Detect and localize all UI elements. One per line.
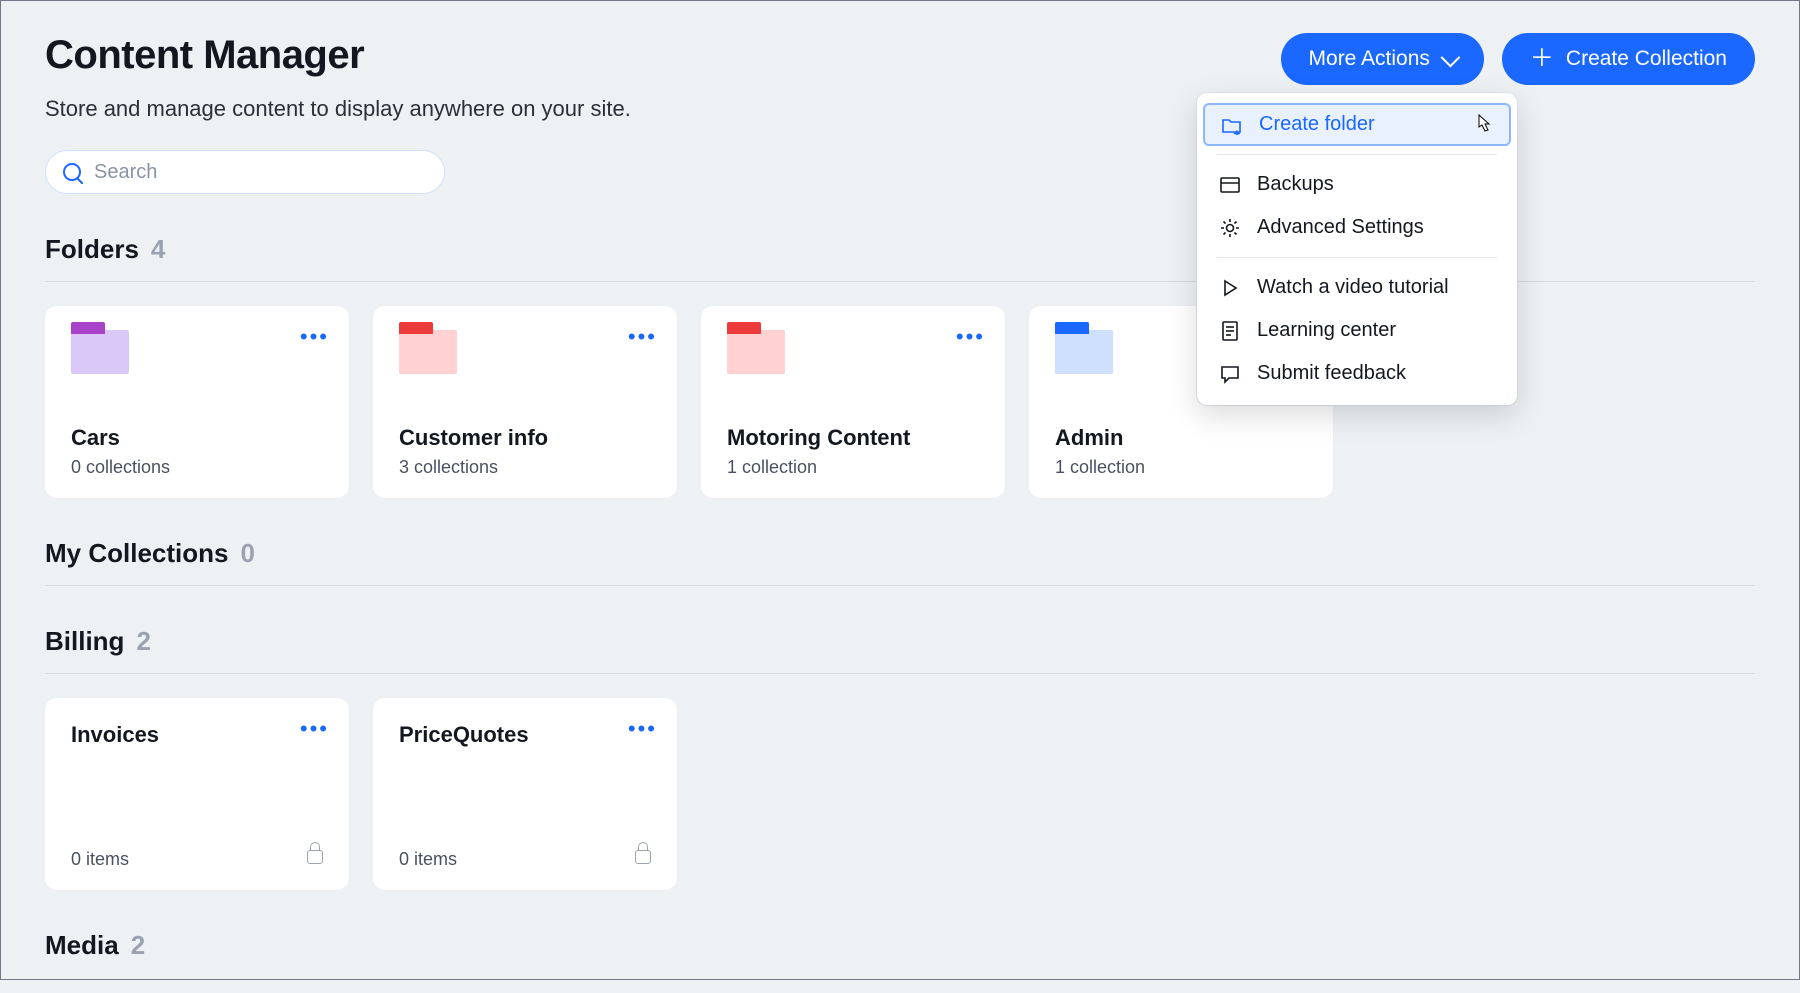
backups-icon <box>1219 174 1241 196</box>
section-divider <box>45 585 1755 586</box>
dropdown-item-advanced-settings[interactable]: Advanced Settings <box>1197 206 1517 249</box>
play-icon <box>1219 277 1241 299</box>
create-collection-label: Create Collection <box>1566 47 1727 71</box>
section-count-billing: 2 <box>136 626 150 657</box>
collection-name: Invoices <box>71 722 323 748</box>
chat-icon <box>1219 363 1241 385</box>
card-more-icon[interactable]: ••• <box>956 326 985 348</box>
section-count-my-collections: 0 <box>240 538 254 569</box>
create-collection-button[interactable]: ＋ Create Collection <box>1502 33 1755 85</box>
section-title-billing: Billing <box>45 626 124 657</box>
plus-icon: ＋ <box>1530 47 1554 71</box>
folder-sub: 3 collections <box>399 457 651 478</box>
dropdown-item-create-folder[interactable]: Create folder <box>1203 103 1511 146</box>
more-actions-label: More Actions <box>1309 47 1430 71</box>
folder-card[interactable]: ••• Motoring Content 1 collection <box>701 306 1005 498</box>
card-more-icon[interactable]: ••• <box>300 718 329 740</box>
folder-sub: 1 collection <box>1055 457 1307 478</box>
folder-icon <box>71 330 129 374</box>
collection-sub: 0 items <box>399 849 457 870</box>
dropdown-label: Submit feedback <box>1257 362 1406 385</box>
dropdown-label: Watch a video tutorial <box>1257 276 1449 299</box>
more-actions-dropdown: Create folder Backups Advanced <box>1197 93 1517 405</box>
card-more-icon[interactable]: ••• <box>300 326 329 348</box>
collection-card[interactable]: ••• Invoices 0 items <box>45 698 349 890</box>
folder-icon <box>399 330 457 374</box>
section-title-folders: Folders <box>45 234 139 265</box>
section-count-folders: 4 <box>151 234 165 265</box>
lock-icon <box>307 850 323 864</box>
folder-icon <box>727 330 785 374</box>
dropdown-separator <box>1217 257 1497 258</box>
folder-sub: 1 collection <box>727 457 979 478</box>
dropdown-label: Advanced Settings <box>1257 216 1424 239</box>
folder-plus-icon <box>1221 114 1243 136</box>
gear-icon <box>1219 217 1241 239</box>
collection-sub: 0 items <box>71 849 129 870</box>
card-more-icon[interactable]: ••• <box>628 718 657 740</box>
dropdown-label: Learning center <box>1257 319 1396 342</box>
cursor-icon <box>1473 113 1493 143</box>
section-divider <box>45 673 1755 674</box>
dropdown-item-learning-center[interactable]: Learning center <box>1197 309 1517 352</box>
collection-name: PriceQuotes <box>399 722 651 748</box>
folder-name: Motoring Content <box>727 425 979 451</box>
search-icon <box>63 163 81 181</box>
page-subtitle: Store and manage content to display anyw… <box>45 96 631 122</box>
lock-icon <box>635 850 651 864</box>
folder-name: Cars <box>71 425 323 451</box>
folder-card[interactable]: ••• Customer info 3 collections <box>373 306 677 498</box>
dropdown-label: Create folder <box>1259 113 1375 136</box>
folder-icon <box>1055 330 1113 374</box>
section-count-media: 2 <box>131 930 145 961</box>
more-actions-button[interactable]: More Actions <box>1281 33 1484 85</box>
document-icon <box>1219 320 1241 342</box>
dropdown-label: Backups <box>1257 173 1334 196</box>
page-title: Content Manager <box>45 33 631 78</box>
folder-name: Admin <box>1055 425 1307 451</box>
folder-sub: 0 collections <box>71 457 323 478</box>
card-more-icon[interactable]: ••• <box>628 326 657 348</box>
section-title-my-collections: My Collections <box>45 538 228 569</box>
dropdown-item-backups[interactable]: Backups <box>1197 163 1517 206</box>
dropdown-separator <box>1217 154 1497 155</box>
collection-card[interactable]: ••• PriceQuotes 0 items <box>373 698 677 890</box>
folder-name: Customer info <box>399 425 651 451</box>
dropdown-item-watch-tutorial[interactable]: Watch a video tutorial <box>1197 266 1517 309</box>
chevron-down-icon <box>1440 48 1460 68</box>
section-title-media: Media <box>45 930 119 961</box>
search-input[interactable] <box>45 150 445 194</box>
folder-card[interactable]: ••• Cars 0 collections <box>45 306 349 498</box>
dropdown-item-submit-feedback[interactable]: Submit feedback <box>1197 352 1517 395</box>
